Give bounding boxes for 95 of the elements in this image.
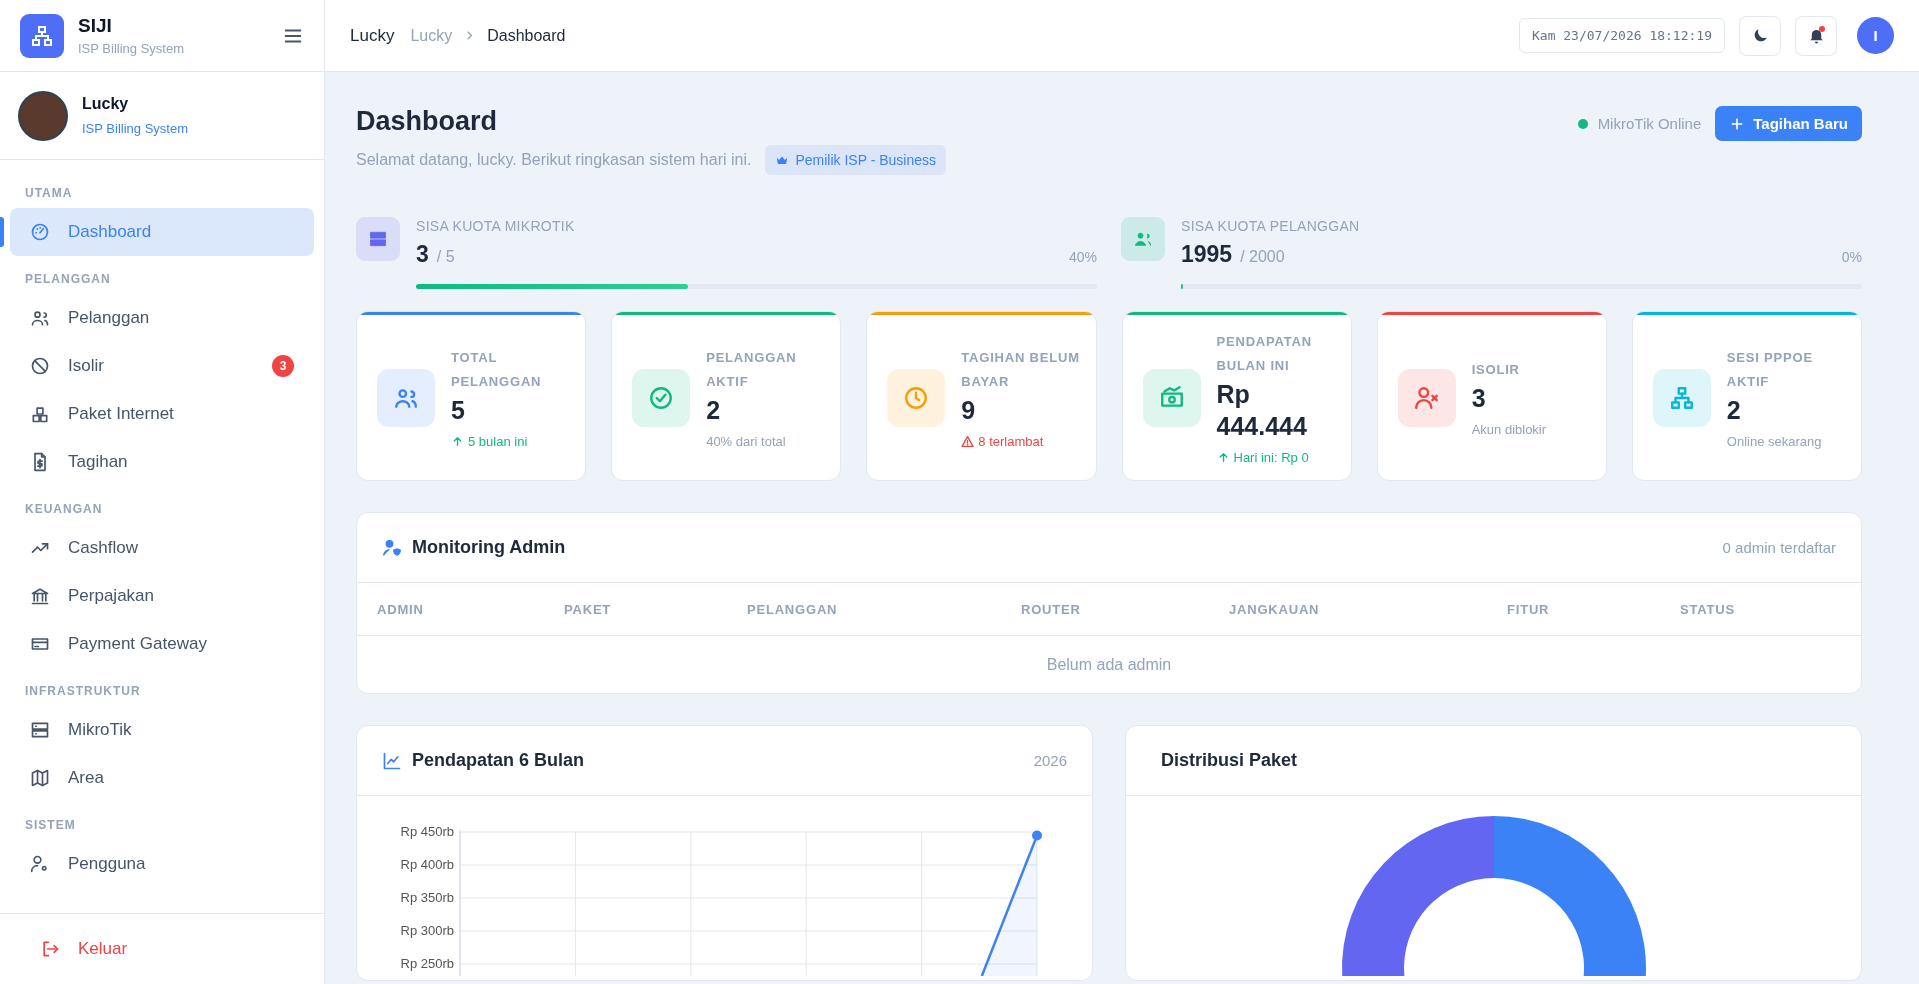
column-header: ROUTER [1021, 601, 1082, 617]
nav-item[interactable]: Pelanggan [10, 294, 314, 342]
stat-label: TOTAL PELANGGAN [451, 349, 543, 391]
quota-label: SISA KUOTA MIKROTIK [416, 218, 575, 234]
notification-button[interactable] [1795, 15, 1837, 56]
stat-value: 9 [961, 395, 977, 426]
column-header: FITUR [1507, 601, 1551, 617]
quota-value: 1995 [1181, 241, 1233, 268]
panel-title: Distribusi Paket [1161, 750, 1298, 771]
theme-toggle-button[interactable] [1739, 15, 1781, 56]
panel-title: Monitoring Admin [412, 537, 566, 558]
stat-note: Akun diblokir [1471, 422, 1547, 437]
column-header: JANGKAUAN [1229, 601, 1321, 617]
user-gear-icon [30, 854, 50, 874]
quota-percent: 40% [1068, 249, 1097, 265]
quota-label: SISA KUOTA PELANGGAN [1181, 218, 1360, 234]
clock-icon [903, 384, 930, 411]
nav-item[interactable]: Area [10, 754, 314, 802]
y-tick-label: Rp 400rb [400, 857, 454, 872]
column-header: PAKET [564, 601, 613, 617]
cubes-icon [30, 404, 50, 424]
clock-display: Kam 23/07/2026 18:12:19 [1519, 18, 1725, 53]
stat-label: ISOLIR [1471, 361, 1521, 379]
warning-icon [961, 435, 975, 448]
bank-icon [30, 586, 50, 606]
avatar-photo-placeholder [18, 90, 68, 141]
nav-item[interactable]: Pengguna [10, 840, 314, 888]
user-name: Lucky [82, 95, 130, 113]
stat-label: TAGIHAN BELUM BAYAR [961, 349, 1081, 391]
y-tick-label: Rp 300rb [400, 923, 454, 938]
new-invoice-button[interactable]: Tagihan Baru [1715, 106, 1862, 141]
stat-value: 2 [706, 395, 722, 426]
nav-item[interactable]: MikroTik [10, 706, 314, 754]
header-title: Lucky [350, 25, 395, 46]
router-status: MikroTik Online [1597, 115, 1702, 132]
quota-total: / 2000 [1240, 248, 1285, 266]
brand-name: SIJI [78, 15, 113, 37]
stat-note: 5 bulan ini [468, 434, 528, 449]
server-icon [30, 720, 50, 740]
stat-label: SESI PPPOE AKTIF [1726, 349, 1814, 391]
stat-note: 40% dari total [706, 434, 786, 449]
panel-title: Pendapatan 6 Bulan [412, 750, 585, 771]
y-tick-label: Rp 250rb [400, 956, 454, 971]
y-tick-label: Rp 450rb [400, 824, 454, 839]
nav-item[interactable]: Tagihan [10, 438, 314, 486]
ban-icon [30, 356, 50, 376]
nav-section-title: SISTEM [24, 817, 77, 834]
column-header: PELANGGAN [747, 601, 839, 617]
logo-icon [20, 13, 64, 58]
line-chart-icon [382, 750, 402, 771]
column-header: ADMIN [377, 601, 425, 617]
nav-item[interactable]: Paket Internet [10, 390, 314, 438]
page-subtitle: Selamat datang, lucky. Berikut ringkasan sistem hari ini. [356, 151, 752, 169]
user-x-icon [1413, 384, 1440, 411]
y-tick-label: Rp 350rb [400, 890, 454, 905]
stat-note: 8 terlambat [978, 434, 1044, 449]
stat-note: Online sekarang [1726, 434, 1822, 449]
gauge-icon [30, 222, 50, 242]
user-avatar[interactable]: I [1857, 17, 1894, 54]
stat-value: 2 [1726, 395, 1742, 426]
stat-label: PELANGGAN AKTIF [706, 349, 798, 391]
network-icon [1668, 384, 1695, 411]
users-icon [30, 308, 50, 328]
logout-icon [40, 939, 60, 959]
nav-item[interactable]: Payment Gateway [10, 620, 314, 668]
nav-item[interactable]: Cashflow [10, 524, 314, 572]
quota-percent: 0% [1841, 249, 1862, 265]
column-header: STATUS [1680, 601, 1736, 617]
brand-subtitle: ISP Billing System [78, 41, 185, 56]
stat-value: 5 [451, 395, 466, 426]
user-role: ISP Billing System [82, 121, 188, 136]
nav-item[interactable]: Isolir 3 [10, 342, 314, 390]
stat-note: Hari ini: Rp 0 [1233, 450, 1309, 465]
admin-count: 0 admin terdaftar [1722, 539, 1836, 556]
quota-value: 3 [416, 241, 429, 268]
stat-value: 3 [1471, 383, 1487, 414]
quota-total: / 5 [436, 248, 455, 266]
stat-value: Rp 444.444 [1216, 379, 1308, 442]
count-badge: 3 [272, 355, 294, 377]
map-icon [30, 768, 50, 788]
logout-link[interactable]: Keluar [20, 931, 148, 967]
nav-section-title: UTAMA [24, 185, 74, 202]
arrow-up-icon [451, 435, 464, 448]
nav-item[interactable]: Perpajakan [10, 572, 314, 620]
page-title: Dashboard [356, 106, 499, 137]
check-circle-icon [648, 384, 675, 411]
user-shield-icon [382, 537, 402, 558]
breadcrumb-link[interactable]: Dashboard [487, 26, 566, 45]
nav-section-title: INFRASTRUKTUR [24, 683, 142, 700]
plan-badge-label: Pemilik ISP - Business [795, 152, 936, 168]
year-label: 2026 [1033, 752, 1067, 769]
nav-section-title: PELANGGAN [24, 271, 112, 288]
stat-label: PENDAPATAN BULAN INI [1216, 333, 1313, 375]
empty-message: Belum ada admin [1046, 655, 1172, 674]
nav-section-title: KEUANGAN [24, 501, 104, 518]
